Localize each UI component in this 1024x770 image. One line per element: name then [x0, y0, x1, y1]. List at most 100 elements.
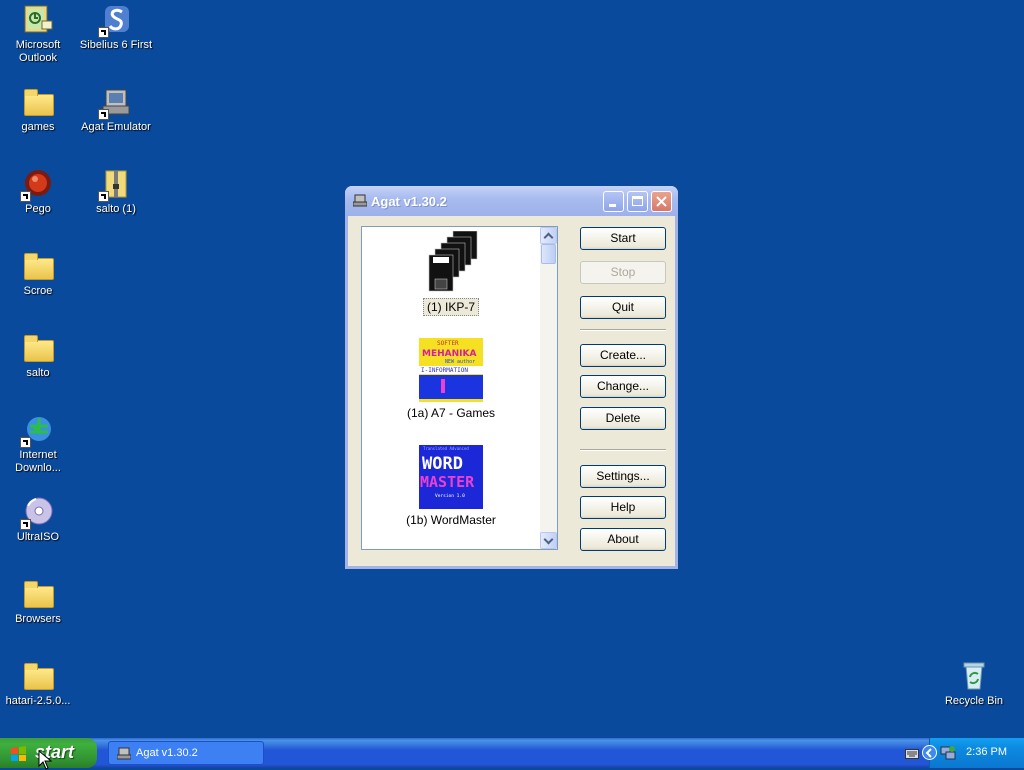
window-client: (1) IKP-7 SOFTER MEHANIKA NEW author I-I… [348, 216, 675, 566]
outlook-icon [22, 4, 54, 36]
list-item[interactable]: Translated Advanced WORD MASTER Version … [362, 445, 540, 528]
zip-folder-icon [98, 168, 132, 202]
clock[interactable]: 2:36 PM [966, 746, 1007, 758]
desktop-icon-label: games [21, 121, 55, 133]
desktop-icon-outlook[interactable]: Microsoft Outlook [0, 4, 76, 65]
svg-text:Translated Advanced: Translated Advanced [423, 446, 469, 451]
desktop-icon-recycle-bin[interactable]: Recycle Bin [936, 660, 1012, 708]
a7-games-thumb: SOFTER MEHANIKA NEW author I-INFORMATION [419, 338, 483, 402]
desktop-icon-hatari[interactable]: hatari-2.5.0... [0, 660, 76, 708]
desktop-icon-scroe[interactable]: Scroe [0, 250, 76, 298]
desktop-icon-games[interactable]: games [0, 86, 76, 134]
desktop-icon-ultraiso[interactable]: UltraISO [0, 496, 76, 544]
scroll-down-button[interactable] [540, 532, 557, 549]
folder-icon [22, 86, 54, 118]
change-button[interactable]: Change... [580, 375, 666, 398]
title-bar[interactable]: Agat v1.30.2 [345, 186, 678, 216]
internet-download-icon [20, 414, 54, 448]
folder-icon [22, 660, 54, 692]
show-hidden-icons-button[interactable] [922, 745, 937, 760]
recycle-bin-icon [958, 660, 990, 692]
list-item[interactable]: (1) IKP-7 [362, 230, 540, 316]
desktop-icon-internet-download[interactable]: Internet Downlo... [0, 414, 76, 475]
sibelius-icon [98, 4, 132, 38]
minimize-icon [609, 204, 616, 207]
desktop-icon-label: salto [26, 367, 50, 379]
desktop-icon-label: salto (1) [96, 203, 136, 215]
maximize-icon [632, 196, 643, 206]
agat-emulator-icon [98, 86, 132, 120]
close-button[interactable] [651, 191, 672, 212]
desktop-icon-browsers[interactable]: Browsers [0, 578, 76, 626]
shortcut-arrow-icon [20, 437, 31, 448]
taskbar-item-agat[interactable]: Agat v1.30.2 [108, 741, 264, 765]
desktop-icon-label: Sibelius 6 First [79, 39, 153, 51]
shortcut-arrow-icon [98, 191, 109, 202]
desktop-icon-label: Microsoft Outlook [15, 39, 61, 64]
taskbar: start Agat v1.30.2 2:36 PM [0, 738, 1024, 768]
keyboard-tray-icon[interactable] [905, 747, 919, 762]
help-button[interactable]: Help [580, 496, 666, 519]
desktop-icon-label: Recycle Bin [944, 695, 1004, 707]
desktop-icon-label: Browsers [15, 613, 61, 625]
shortcut-arrow-icon [98, 109, 109, 120]
desktop-icon-pego[interactable]: Pego [0, 168, 76, 216]
desktop-icon-salto-1[interactable]: salto (1) [78, 168, 154, 216]
list-item-label: (1) IKP-7 [422, 298, 479, 316]
shortcut-arrow-icon [98, 27, 109, 38]
delete-button[interactable]: Delete [580, 407, 666, 430]
floppy-stack-icon [419, 230, 483, 295]
desktop-icon-label: Scroe [23, 285, 53, 297]
disk-list[interactable]: (1) IKP-7 SOFTER MEHANIKA NEW author I-I… [361, 226, 558, 550]
network-icon[interactable] [940, 745, 956, 764]
create-button[interactable]: Create... [580, 344, 666, 367]
button-separator [580, 329, 666, 331]
list-item-label: (1a) A7 - Games [406, 406, 496, 420]
stop-button[interactable]: Stop [580, 261, 666, 284]
shortcut-arrow-icon [20, 519, 31, 530]
windows-logo-icon [11, 746, 26, 761]
chevron-left-icon [925, 748, 932, 758]
list-scrollbar[interactable] [540, 227, 557, 549]
desktop-icon-label: Agat Emulator [81, 121, 151, 133]
desktop-icon-salto[interactable]: salto [0, 332, 76, 380]
svg-text:Version 1.0: Version 1.0 [435, 493, 465, 499]
list-item-label: (1b) WordMaster [406, 513, 496, 527]
desktop-icon-label: Pego [25, 203, 51, 215]
svg-text:WORD: WORD [422, 454, 463, 474]
minimize-button[interactable] [603, 191, 624, 212]
agat-app-icon [116, 746, 132, 760]
settings-button[interactable]: Settings... [580, 465, 666, 488]
window-title: Agat v1.30.2 [371, 194, 447, 209]
folder-icon [22, 250, 54, 282]
wordmaster-thumb: Translated Advanced WORD MASTER Version … [419, 445, 483, 509]
taskbar-item-label: Agat v1.30.2 [136, 747, 198, 759]
mouse-cursor-icon [38, 750, 52, 770]
pego-icon [20, 168, 54, 202]
desktop-icon-agat-emulator[interactable]: Agat Emulator [78, 86, 154, 134]
desktop-icon-label: UltraISO [16, 531, 60, 543]
start-button[interactable]: Start [580, 227, 666, 250]
ultraiso-icon [20, 496, 54, 530]
quit-button[interactable]: Quit [580, 296, 666, 319]
about-button[interactable]: About [580, 528, 666, 551]
folder-icon [22, 578, 54, 610]
svg-text:I-INFORMATION: I-INFORMATION [421, 367, 468, 374]
maximize-button[interactable] [627, 191, 648, 212]
scroll-thumb[interactable] [541, 244, 556, 264]
scroll-up-button[interactable] [540, 227, 557, 244]
list-item[interactable]: SOFTER MEHANIKA NEW author I-INFORMATION… [362, 338, 540, 421]
shortcut-arrow-icon [20, 191, 31, 202]
close-icon [656, 196, 667, 207]
folder-icon [22, 332, 54, 364]
desktop-icon-label: Internet Downlo... [15, 449, 61, 474]
agat-window: Agat v1.30.2 (1) IKP-7 SOFTER MEHANIKA N… [345, 186, 678, 569]
agat-app-icon [352, 194, 368, 207]
system-tray: 2:36 PM [922, 738, 1024, 768]
svg-text:NEW author: NEW author [445, 359, 475, 365]
button-separator [580, 449, 666, 451]
svg-text:SOFTER: SOFTER [437, 340, 459, 347]
svg-text:MASTER: MASTER [420, 473, 475, 491]
desktop-icon-label: hatari-2.5.0... [5, 695, 71, 707]
desktop-icon-sibelius[interactable]: Sibelius 6 First [78, 4, 154, 52]
